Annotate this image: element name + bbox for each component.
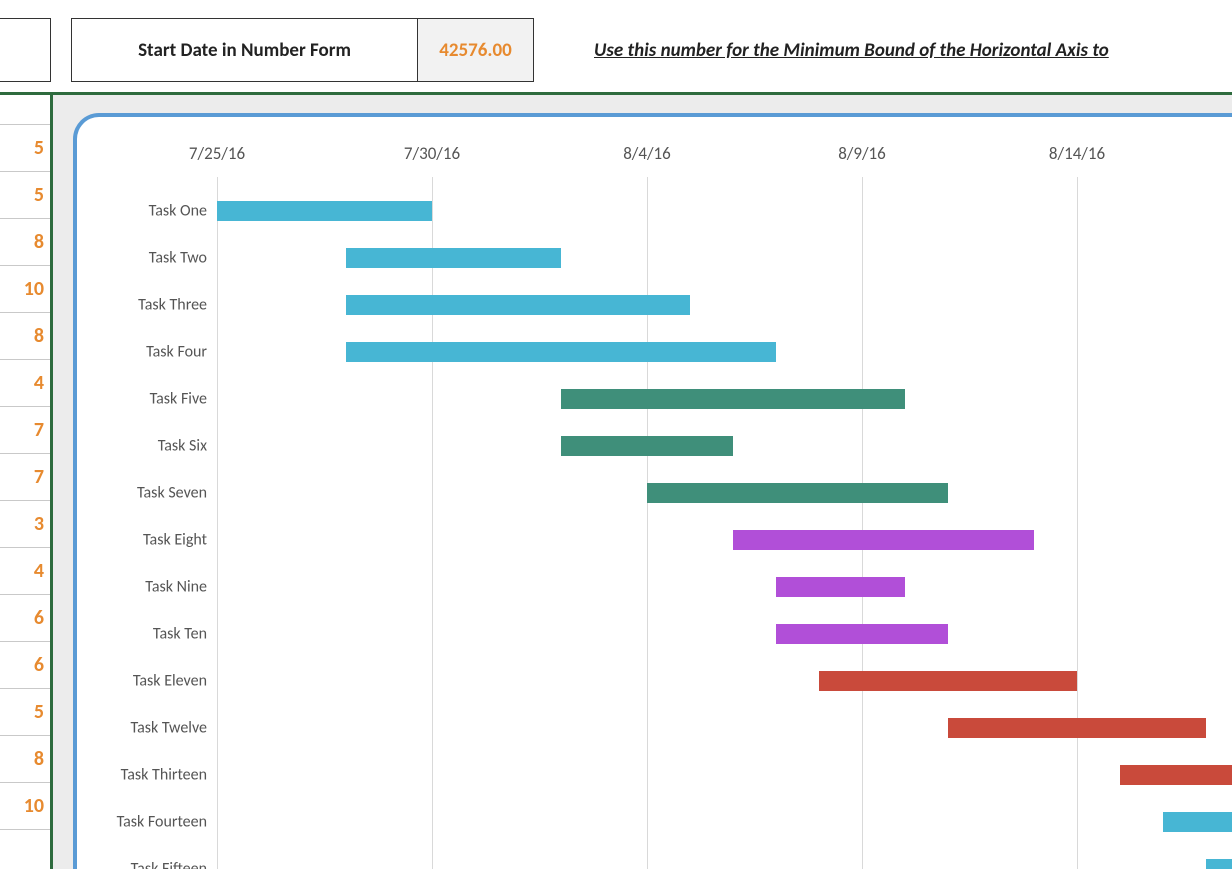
gantt-row: Task Fifteen	[77, 845, 1232, 869]
x-tick-label: 8/4/16	[623, 143, 671, 164]
hint-text: Use this number for the Minimum Bound of…	[534, 18, 1232, 82]
task-bar[interactable]	[1163, 812, 1232, 832]
task-bar[interactable]	[1120, 765, 1232, 785]
task-bar[interactable]	[346, 295, 690, 315]
gantt-row: Task Twelve	[77, 704, 1232, 751]
task-bar[interactable]	[561, 436, 733, 456]
task-label: Task Three	[138, 295, 207, 314]
task-label: Task Twelve	[131, 718, 207, 737]
duration-cell[interactable]: 8	[0, 219, 50, 266]
duration-cell[interactable]: 4	[0, 548, 50, 595]
task-label: Task Eight	[143, 530, 207, 549]
x-tick-label: 8/9/16	[838, 143, 886, 164]
duration-cell[interactable]: 3	[0, 501, 50, 548]
task-label: Task Eleven	[133, 671, 207, 690]
gantt-row: Task Fourteen	[77, 798, 1232, 845]
chart-container[interactable]: 7/25/16 7/30/16 8/4/16 8/9/16 8/14/16 Task O…	[53, 95, 1232, 869]
task-bar[interactable]	[647, 483, 948, 503]
body-area: 55810847734665810 7/25/167/30/168/4/168/…	[0, 92, 1232, 869]
chart-frame: 7/25/16 7/30/16 8/4/16 8/9/16 8/14/16 Task O…	[73, 113, 1232, 869]
gantt-row: Task Nine	[77, 563, 1232, 610]
duration-cell[interactable]: 7	[0, 407, 50, 454]
task-bar[interactable]	[948, 718, 1206, 738]
gantt-row: Task Seven	[77, 469, 1232, 516]
gantt-row: Task Two	[77, 234, 1232, 281]
duration-cell[interactable]: 6	[0, 595, 50, 642]
duration-cell[interactable]: 7	[0, 454, 50, 501]
corner-cell[interactable]	[0, 18, 51, 82]
task-label: Task Ten	[153, 624, 207, 643]
gantt-row: Task Eleven	[77, 657, 1232, 704]
x-tick-label: 8/14/16	[1049, 143, 1105, 164]
duration-cell[interactable]: 8	[0, 313, 50, 360]
duration-cell[interactable]: 5	[0, 125, 50, 172]
task-bar[interactable]	[346, 248, 561, 268]
duration-column: 55810847734665810	[0, 95, 53, 869]
x-tick-label: 7/30/16	[404, 143, 460, 164]
task-label: Task Five	[150, 389, 207, 408]
gantt-row: Task Thirteen	[77, 751, 1232, 798]
gantt-row: Task Six	[77, 422, 1232, 469]
x-axis: 7/25/16 7/30/16 8/4/16 8/9/16 8/14/16	[77, 143, 1232, 173]
gantt-row: Task Five	[77, 375, 1232, 422]
duration-cell[interactable]: 4	[0, 360, 50, 407]
header-row: Start Date in Number Form 42576.00 Use t…	[0, 0, 1232, 82]
duration-cell[interactable]: 10	[0, 266, 50, 313]
duration-cell[interactable]: 8	[0, 736, 50, 783]
task-label: Task Fifteen	[131, 859, 207, 869]
task-bar[interactable]	[733, 530, 1034, 550]
task-bar[interactable]	[217, 201, 432, 221]
gantt-rows: Task One Task Two Task Three Task Four Task …	[77, 187, 1232, 869]
start-date-value-cell[interactable]: 42576.00	[418, 18, 534, 82]
task-bar[interactable]	[776, 577, 905, 597]
duration-cell[interactable]: 5	[0, 172, 50, 219]
task-label: Task Two	[149, 248, 207, 267]
task-bar[interactable]	[776, 624, 948, 644]
task-label: Task Fourteen	[117, 812, 207, 831]
task-bar[interactable]	[561, 389, 905, 409]
task-bar[interactable]	[1206, 859, 1232, 870]
gantt-row: Task One	[77, 187, 1232, 234]
duration-cell[interactable]: 5	[0, 689, 50, 736]
duration-cell[interactable]: 10	[0, 783, 50, 830]
start-date-label-cell[interactable]: Start Date in Number Form	[71, 18, 418, 82]
duration-cell[interactable]: 6	[0, 642, 50, 689]
task-label: Task Four	[146, 342, 207, 361]
task-label: Task Thirteen	[121, 765, 207, 784]
gantt-row: Task Three	[77, 281, 1232, 328]
task-bar[interactable]	[819, 671, 1077, 691]
gantt-row: Task Eight	[77, 516, 1232, 563]
task-label: Task Six	[158, 436, 207, 455]
task-label: Task Nine	[145, 577, 207, 596]
gantt-row: Task Ten	[77, 610, 1232, 657]
task-label: Task Seven	[137, 483, 207, 502]
task-label: Task One	[149, 201, 207, 220]
x-tick-label: 7/25/16	[189, 143, 245, 164]
gantt-row: Task Four	[77, 328, 1232, 375]
task-bar[interactable]	[346, 342, 776, 362]
